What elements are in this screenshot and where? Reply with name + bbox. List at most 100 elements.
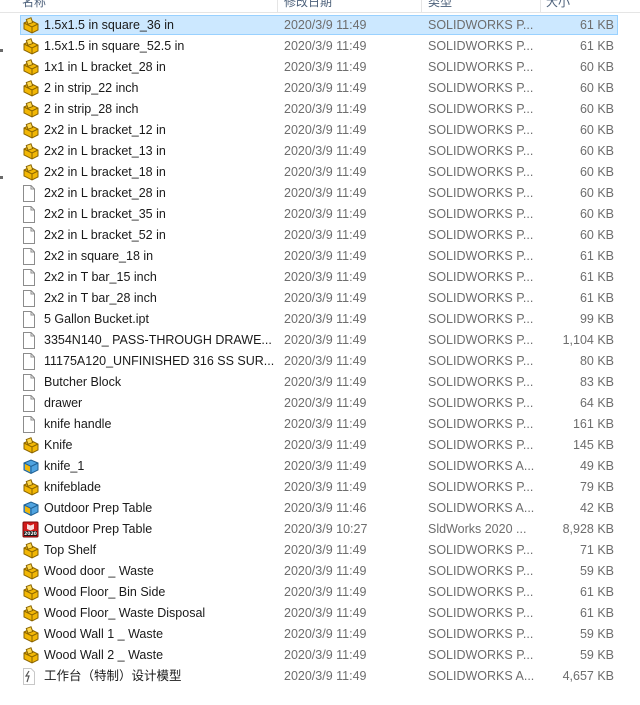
file-row[interactable]: 2x2 in T bar_15 inch 2020/3/9 11:49 SOLIDW… — [0, 267, 640, 288]
file-row[interactable]: Wood Floor_ Waste Disposal 2020/3/9 11:49… — [0, 603, 640, 624]
file-row[interactable]: 工作台（特制）设计模型 2020/3/9 11:49 SOLIDWORKS A...… — [0, 666, 640, 687]
file-name: 11175A120_UNFINISHED 316 SS SUR... — [44, 354, 275, 368]
file-modified-date: 2020/3/9 11:49 — [284, 417, 367, 431]
file-name: 1x1 in L bracket_28 in — [44, 60, 166, 74]
file-type: SOLIDWORKS P... — [428, 333, 534, 347]
file-modified-date: 2020/3/9 11:49 — [284, 165, 367, 179]
file-row[interactable]: 1.5x1.5 in square_52.5 in 2020/3/9 11:49 S… — [0, 36, 640, 57]
file-type: SOLIDWORKS P... — [428, 102, 534, 116]
file-size: 60 KB — [579, 81, 614, 95]
file-row[interactable]: 2 in strip_28 inch 2020/3/9 11:49 SOLIDWOR… — [0, 99, 640, 120]
file-size: 61 KB — [579, 18, 614, 32]
sw-part-icon — [22, 15, 40, 36]
file-modified-date: 2020/3/9 11:49 — [284, 333, 367, 347]
file-row[interactable]: 1x1 in L bracket_28 in 2020/3/9 11:49 SOLI… — [0, 57, 640, 78]
file-row[interactable]: 2x2 in L bracket_12 in 2020/3/9 11:49 SOLI… — [0, 120, 640, 141]
file-row[interactable]: Wood Wall 1 _ Waste 2020/3/9 11:49 SOLIDWO… — [0, 624, 640, 645]
file-type: SOLIDWORKS P... — [428, 480, 534, 494]
sw-part-icon — [22, 477, 40, 498]
column-header-size[interactable]: 大小 — [546, 0, 616, 12]
file-type: SOLIDWORKS A... — [428, 501, 535, 515]
column-header-type[interactable]: 类型 — [428, 0, 536, 12]
blank-file-icon — [22, 393, 40, 414]
file-row[interactable]: Butcher Block 2020/3/9 11:49 SOLIDWORKS P.… — [0, 372, 640, 393]
column-header: 名称 修改日期 类型 大小 — [0, 0, 640, 13]
file-name: Wood Floor_ Waste Disposal — [44, 606, 206, 620]
file-name: 2x2 in L bracket_18 in — [44, 165, 166, 179]
file-type: SOLIDWORKS P... — [428, 228, 534, 242]
file-row[interactable]: 2x2 in T bar_28 inch 2020/3/9 11:49 SOLIDW… — [0, 288, 640, 309]
file-size: 61 KB — [579, 249, 614, 263]
file-name: knife_1 — [44, 459, 85, 473]
file-modified-date: 2020/3/9 11:49 — [284, 207, 367, 221]
file-row[interactable]: Wood Floor_ Bin Side 2020/3/9 11:49 SOLIDW… — [0, 582, 640, 603]
file-row[interactable]: 2020 Outdoor Prep Table 2020/3/9 10:27 SldW… — [0, 519, 640, 540]
file-row[interactable]: drawer 2020/3/9 11:49 SOLIDWORKS P... 64 KB — [0, 393, 640, 414]
column-divider[interactable] — [421, 0, 422, 12]
file-type: SOLIDWORKS P... — [428, 648, 534, 662]
file-row[interactable]: 2x2 in L bracket_35 in 2020/3/9 11:49 SOLI… — [0, 204, 640, 225]
file-size: 61 KB — [579, 270, 614, 284]
file-size: 61 KB — [579, 39, 614, 53]
sw-part-icon — [22, 561, 40, 582]
file-name: 2x2 in square_18 in — [44, 249, 154, 263]
file-type: SOLIDWORKS P... — [428, 291, 534, 305]
file-row[interactable]: 11175A120_UNFINISHED 316 SS SUR... 2020/3… — [0, 351, 640, 372]
file-modified-date: 2020/3/9 11:49 — [284, 18, 367, 32]
file-row[interactable]: Wood door _ Waste 2020/3/9 11:49 SOLIDWORK… — [0, 561, 640, 582]
file-row[interactable]: 2x2 in L bracket_28 in 2020/3/9 11:49 SOLI… — [0, 183, 640, 204]
column-divider[interactable] — [540, 0, 541, 12]
sw-assembly-icon — [22, 498, 40, 519]
file-size: 60 KB — [579, 144, 614, 158]
file-modified-date: 2020/3/9 11:49 — [284, 228, 367, 242]
sw-part-icon — [22, 603, 40, 624]
file-size: 59 KB — [579, 648, 614, 662]
file-modified-date: 2020/3/9 11:49 — [284, 627, 367, 641]
file-modified-date: 2020/3/9 11:49 — [284, 438, 367, 452]
file-name: 1.5x1.5 in square_36 in — [44, 18, 174, 32]
file-row[interactable]: Outdoor Prep Table 2020/3/9 11:46 SOLIDWOR… — [0, 498, 640, 519]
sw-part-icon — [22, 99, 40, 120]
file-size: 42 KB — [579, 501, 614, 515]
blank-file-icon — [22, 183, 40, 204]
file-modified-date: 2020/3/9 11:49 — [284, 564, 367, 578]
file-type: SOLIDWORKS P... — [428, 417, 534, 431]
file-name: 2x2 in L bracket_52 in — [44, 228, 166, 242]
file-size: 8,928 KB — [562, 522, 614, 536]
file-modified-date: 2020/3/9 11:49 — [284, 186, 367, 200]
file-row[interactable]: Wood Wall 2 _ Waste 2020/3/9 11:49 SOLIDWO… — [0, 645, 640, 666]
file-name: 2x2 in T bar_28 inch — [44, 291, 157, 305]
file-row[interactable]: Top Shelf 2020/3/9 11:49 SOLIDWORKS P... 71… — [0, 540, 640, 561]
file-row[interactable]: 1.5x1.5 in square_36 in 2020/3/9 11:49 SOL… — [0, 15, 640, 36]
file-modified-date: 2020/3/9 11:49 — [284, 543, 367, 557]
file-row[interactable]: 2x2 in square_18 in 2020/3/9 11:49 SOLIDWO… — [0, 246, 640, 267]
file-type: SOLIDWORKS A... — [428, 669, 535, 683]
column-header-name[interactable]: 名称 — [22, 0, 272, 12]
file-type: SOLIDWORKS P... — [428, 249, 534, 263]
file-name: 3354N140_ PASS-THROUGH DRAWE... — [44, 333, 272, 347]
file-type: SOLIDWORKS P... — [428, 543, 534, 557]
file-list: 1.5x1.5 in square_36 in 2020/3/9 11:49 SOL… — [0, 15, 640, 687]
sw-assembly-icon — [22, 456, 40, 477]
file-name: Wood Floor_ Bin Side — [44, 585, 166, 599]
file-name: 2 in strip_28 inch — [44, 102, 139, 116]
file-row[interactable]: 5 Gallon Bucket.ipt 2020/3/9 11:49 SOLIDWO… — [0, 309, 640, 330]
sw-part-icon — [22, 141, 40, 162]
sw-part-icon — [22, 435, 40, 456]
file-type: SOLIDWORKS P... — [428, 312, 534, 326]
file-row[interactable]: 2x2 in L bracket_52 in 2020/3/9 11:49 SOLI… — [0, 225, 640, 246]
file-modified-date: 2020/3/9 11:49 — [284, 291, 367, 305]
file-row[interactable]: 2 in strip_22 inch 2020/3/9 11:49 SOLIDWOR… — [0, 78, 640, 99]
column-divider[interactable] — [277, 0, 278, 12]
file-row[interactable]: knife_1 2020/3/9 11:49 SOLIDWORKS A... 49 K… — [0, 456, 640, 477]
file-row[interactable]: knifeblade 2020/3/9 11:49 SOLIDWORKS P... 7… — [0, 477, 640, 498]
assembly-shortcut-icon — [22, 666, 40, 687]
file-row[interactable]: 3354N140_ PASS-THROUGH DRAWE... 2020/3/9 … — [0, 330, 640, 351]
column-header-date[interactable]: 修改日期 — [284, 0, 414, 12]
file-modified-date: 2020/3/9 11:49 — [284, 396, 367, 410]
file-row[interactable]: Knife 2020/3/9 11:49 SOLIDWORKS P... 145 KB — [0, 435, 640, 456]
file-row[interactable]: 2x2 in L bracket_13 in 2020/3/9 11:49 SOLI… — [0, 141, 640, 162]
file-row[interactable]: knife handle 2020/3/9 11:49 SOLIDWORKS P..… — [0, 414, 640, 435]
file-row[interactable]: 2x2 in L bracket_18 in 2020/3/9 11:49 SOLI… — [0, 162, 640, 183]
file-size: 60 KB — [579, 165, 614, 179]
